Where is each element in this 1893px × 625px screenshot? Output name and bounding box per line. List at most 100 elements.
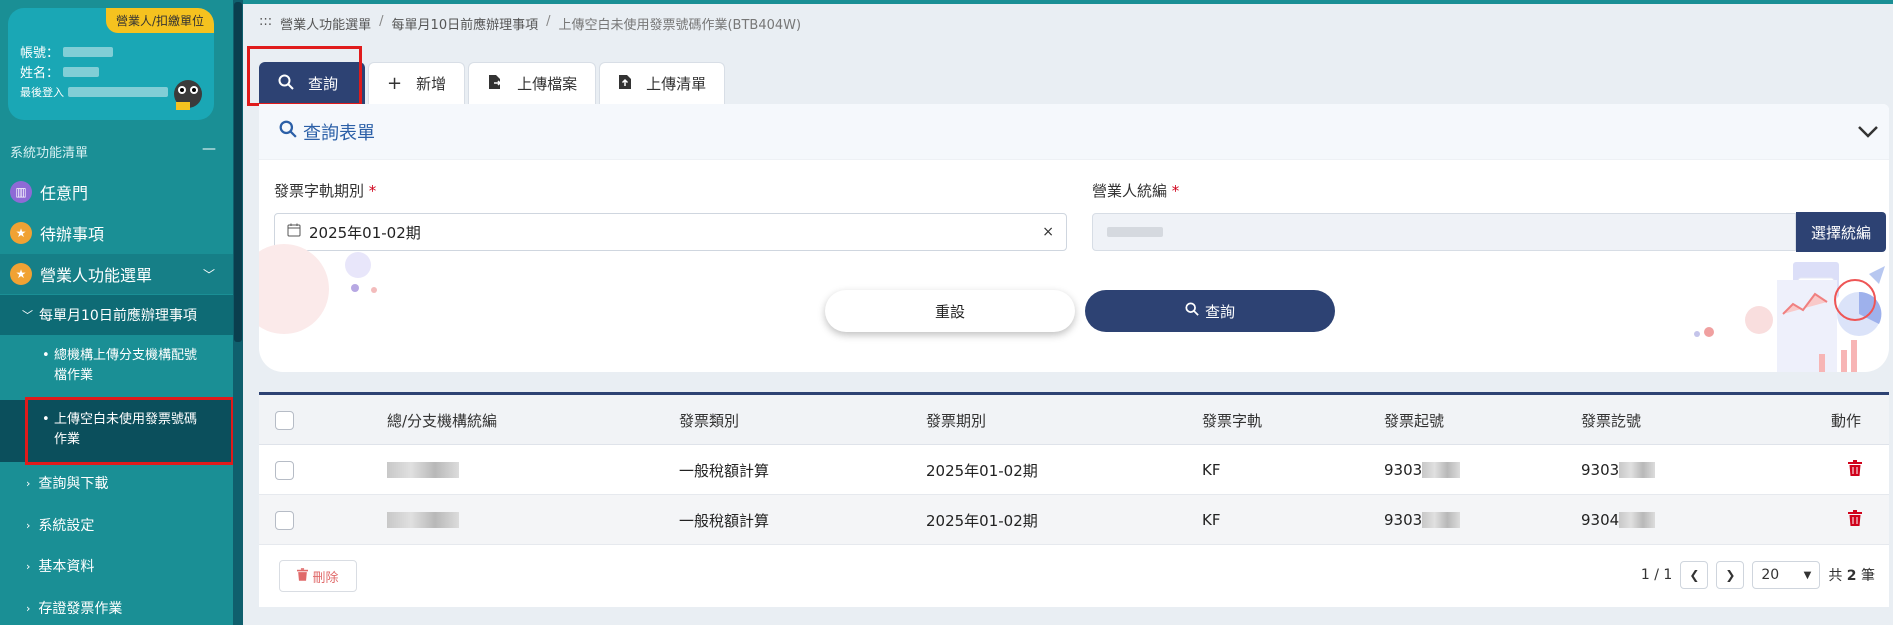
scrollbar-thumb[interactable] bbox=[234, 2, 242, 342]
header-branch-id[interactable]: 總/分支機構統編 bbox=[387, 395, 497, 445]
chevron-left-icon: ❮ bbox=[1689, 568, 1700, 582]
trash-icon bbox=[297, 567, 309, 585]
cell-end: 9304 bbox=[1581, 495, 1656, 545]
group-label: 查詢與下載 bbox=[38, 476, 109, 492]
analytics-illustration-icon bbox=[1694, 262, 1885, 372]
vat-field-label: 營業人統編 * bbox=[1092, 180, 1179, 201]
system-menu-title: 系統功能清單 bbox=[10, 146, 89, 161]
total-suffix: 筆 bbox=[1861, 568, 1875, 584]
header-invoice-end[interactable]: 發票訖號 bbox=[1581, 395, 1641, 445]
delete-row-button[interactable] bbox=[1848, 445, 1862, 495]
menu-item-todo[interactable]: ★ 待辦事項 bbox=[0, 213, 233, 253]
delete-row-button[interactable] bbox=[1848, 495, 1862, 545]
start-redacted bbox=[1422, 512, 1461, 528]
name-line: 姓名： bbox=[20, 62, 100, 81]
group-system-settings[interactable]: › 系統設定 bbox=[0, 505, 233, 545]
end-prefix: 9304 bbox=[1581, 511, 1620, 529]
breadcrumb-prefix: ::: bbox=[259, 14, 273, 29]
user-card: 營業人/扣繳單位 帳號： 姓名： 最後登入 bbox=[8, 8, 214, 120]
total-number: 2 bbox=[1846, 568, 1857, 584]
row-select-cell bbox=[275, 495, 294, 545]
cell-end: 9303 bbox=[1581, 445, 1656, 495]
group-label: 基本資料 bbox=[38, 559, 95, 575]
period-date-input[interactable]: 2025年01-02期 × bbox=[274, 213, 1067, 251]
decor-circle bbox=[345, 252, 371, 278]
query-form-header[interactable]: 查詢表單 bbox=[259, 104, 1889, 160]
breadcrumb-current: 上傳空白未使用發票號碼作業(BTB404W) bbox=[558, 18, 802, 33]
breadcrumb-separator: / bbox=[546, 14, 551, 29]
select-all-checkbox[interactable] bbox=[275, 410, 294, 430]
reset-button[interactable]: 重設 bbox=[825, 290, 1075, 332]
total-prefix: 共 bbox=[1828, 568, 1843, 584]
cell-track: KF bbox=[1202, 511, 1221, 529]
vat-id-redacted bbox=[1107, 227, 1163, 237]
submenu-monthly-tasks[interactable]: ﹀ 每單月10日前應辦理事項 bbox=[0, 295, 233, 335]
choose-vat-button[interactable]: 選擇統編 bbox=[1796, 212, 1886, 252]
breadcrumb-item[interactable]: 每單月10日前應辦理事項 bbox=[392, 14, 539, 33]
required-mark: * bbox=[1171, 182, 1180, 200]
breadcrumb-item[interactable]: 營業人功能選單 bbox=[280, 14, 371, 33]
header-invoice-category[interactable]: 發票類別 bbox=[679, 395, 739, 445]
end-prefix: 9303 bbox=[1581, 461, 1620, 479]
search-button[interactable]: 查詢 bbox=[1085, 290, 1335, 332]
calendar-icon bbox=[287, 223, 301, 241]
prev-page-button[interactable]: ❮ bbox=[1680, 561, 1709, 589]
branch-id-redacted bbox=[387, 512, 459, 528]
period-value: 2025年01-02期 bbox=[309, 223, 421, 242]
chevron-down-icon: ▼ bbox=[1803, 569, 1812, 581]
header-invoice-start[interactable]: 發票起號 bbox=[1384, 395, 1444, 445]
menu-item-anywhere-door[interactable]: ▥ 任意門 bbox=[0, 172, 233, 212]
sidebar: 營業人/扣繳單位 帳號： 姓名： 最後登入 系統功能清單 — ▥ 任意門 ★ 待… bbox=[0, 0, 243, 625]
query-form-title: 查詢表單 bbox=[303, 122, 375, 144]
collapse-menu-button[interactable]: — bbox=[202, 141, 216, 157]
clear-icon[interactable]: × bbox=[1042, 224, 1054, 240]
page-size-select[interactable]: 20 ▼ bbox=[1752, 561, 1821, 589]
bulk-delete-button[interactable]: 刪除 bbox=[279, 560, 357, 592]
vat-label-text: 營業人統編 bbox=[1092, 182, 1168, 200]
bulk-delete-label: 刪除 bbox=[312, 570, 339, 586]
group-query-download[interactable]: › 查詢與下載 bbox=[0, 463, 233, 503]
search-button-label: 查詢 bbox=[1204, 302, 1235, 321]
trash-icon bbox=[1848, 460, 1862, 480]
chevron-down-icon[interactable] bbox=[1857, 120, 1879, 144]
file-upload-icon bbox=[487, 74, 503, 94]
header-invoice-track[interactable]: 發票字軌 bbox=[1202, 395, 1262, 445]
active-item-highlight bbox=[25, 397, 234, 465]
chevron-right-icon: › bbox=[26, 559, 31, 573]
vat-id-input[interactable] bbox=[1092, 213, 1796, 251]
sub-item-branch-allocation[interactable]: • 總機構上傳分支機構配號檔作業 bbox=[0, 346, 233, 386]
tab-add[interactable]: + 新增 bbox=[368, 62, 466, 104]
breadcrumb: ::: 營業人功能選單 / 每單月10日前應辦理事項 / 上傳空白未使用發票號碼… bbox=[259, 14, 801, 33]
active-tab-highlight bbox=[247, 46, 362, 106]
breadcrumb-separator: / bbox=[379, 14, 384, 29]
menu-item-label: 營業人功能選單 bbox=[40, 266, 153, 285]
bullet-icon: • bbox=[42, 348, 50, 363]
end-redacted bbox=[1619, 512, 1656, 528]
table-row: 一般稅額計算 2025年01-02期 KF 9303 9304 bbox=[259, 495, 1889, 545]
header-invoice-period[interactable]: 發票期別 bbox=[926, 395, 986, 445]
cell-branch-id bbox=[387, 495, 459, 545]
account-label: 帳號： bbox=[20, 46, 60, 61]
menu-item-business-functions[interactable]: ★ 營業人功能選單 ﹀ bbox=[0, 254, 233, 294]
group-stored-invoices[interactable]: › 存證發票作業 bbox=[0, 588, 233, 625]
row-checkbox[interactable] bbox=[275, 460, 294, 480]
period-field-label: 發票字軌期別 * bbox=[274, 180, 376, 201]
tab-label: 上傳清單 bbox=[646, 75, 707, 93]
group-basic-data[interactable]: › 基本資料 bbox=[0, 546, 233, 586]
next-page-button[interactable]: ❯ bbox=[1716, 561, 1745, 589]
row-checkbox[interactable] bbox=[275, 510, 294, 530]
tab-upload-list[interactable]: 上傳清單 bbox=[599, 62, 726, 104]
tab-upload-file[interactable]: 上傳檔案 bbox=[468, 62, 597, 104]
name-label: 姓名： bbox=[20, 66, 60, 81]
tab-label: 新增 bbox=[416, 75, 447, 93]
start-prefix: 9303 bbox=[1384, 511, 1423, 529]
cell-start: 9303 bbox=[1384, 495, 1461, 545]
name-value-redacted bbox=[63, 66, 100, 77]
sidebar-scrollbar[interactable] bbox=[233, 0, 243, 625]
required-mark: * bbox=[368, 182, 377, 200]
select-all-cell bbox=[275, 395, 294, 445]
table-header: 總/分支機構統編 發票類別 發票期別 發票字軌 發票起號 發票訖號 動作 bbox=[259, 395, 1889, 445]
cell-start: 9303 bbox=[1384, 445, 1461, 495]
submenu-label: 每單月10日前應辦理事項 bbox=[39, 308, 197, 324]
chevron-down-icon: ﹀ bbox=[22, 309, 33, 322]
